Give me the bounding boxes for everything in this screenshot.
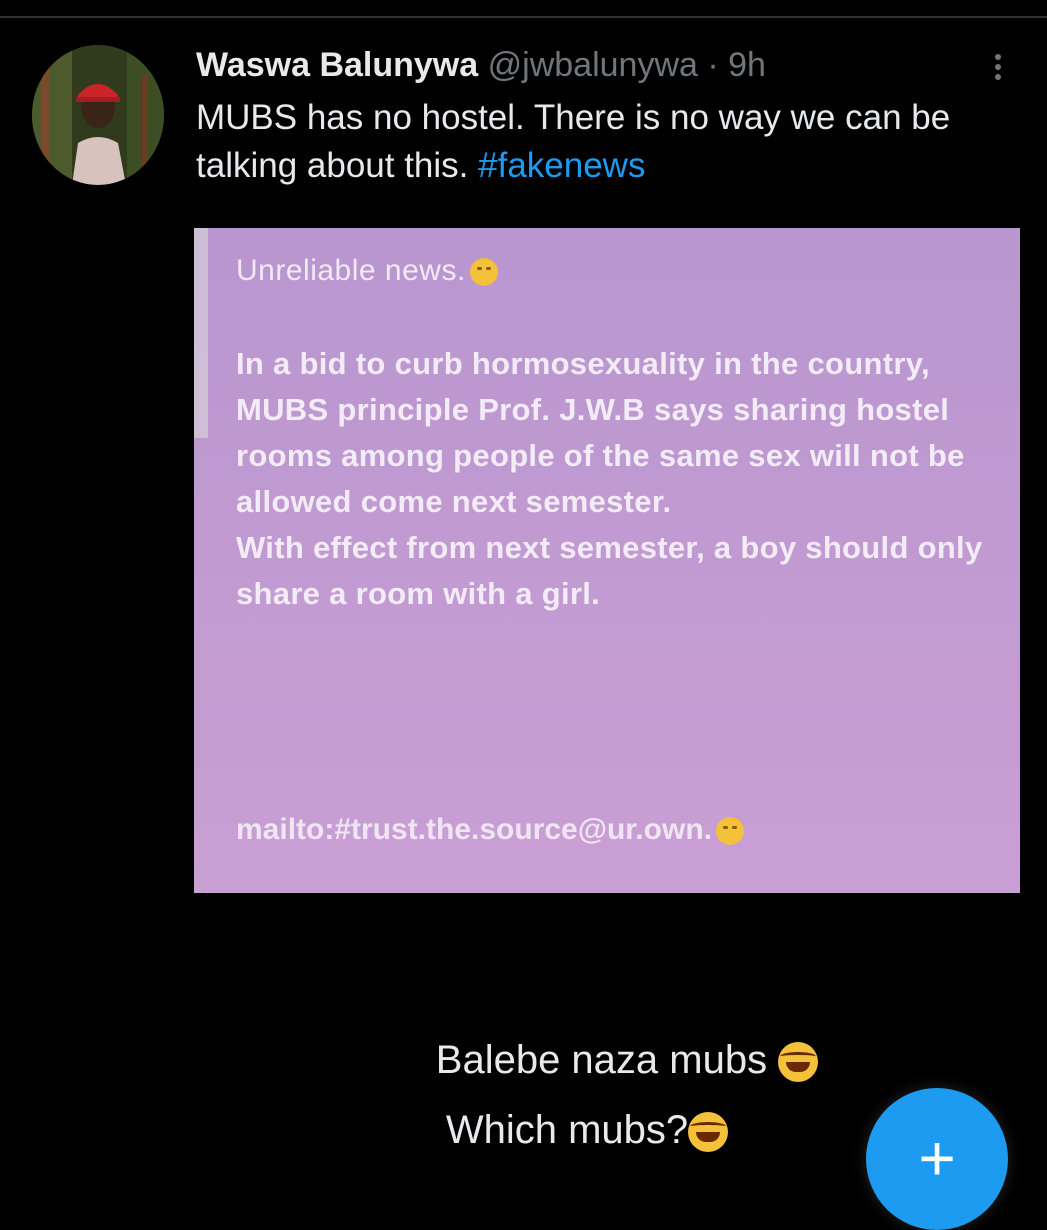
author-name[interactable]: Waswa Balunywa [196,46,478,84]
card-title-text: Unreliable news. [236,254,466,287]
author-avatar[interactable] [32,45,164,185]
card-title: Unreliable news. [236,254,498,288]
hashtag-link[interactable]: #fakenews [478,146,645,185]
caption-line-1: Balebe naza mubs [214,1038,1020,1083]
card-mail-text: mailto:#trust.the.source@ur.own. [236,813,712,846]
card-mail-line: mailto:#trust.the.source@ur.own. [236,813,744,847]
more-vertical-icon [980,54,1016,80]
avatar-photo [32,45,164,185]
compose-tweet-button[interactable]: + [866,1088,1008,1230]
card-body: In a bid to curb hormosexuality in the c… [236,341,996,617]
screenshot-card: Unreliable news. In a bid to curb hormos… [194,228,1020,893]
top-divider [0,16,1047,18]
tweet-header: Waswa Balunywa @jwbalunywa · 9h [196,40,996,90]
card-edge [194,228,208,438]
tweet-text: MUBS has no hostel. There is no way we c… [196,94,1026,190]
tears-of-joy-emoji-icon [778,1042,819,1083]
unamused-emoji-icon [469,258,498,287]
header-separator: · [707,46,719,84]
tweet-timestamp[interactable]: 9h [728,46,766,84]
caption-line-2-text: Which mubs? [445,1108,689,1152]
card-paragraph-1: In a bid to curb hormosexuality in the c… [236,346,965,519]
more-options-button[interactable] [980,50,1016,86]
caption-line-1-text: Balebe naza mubs [435,1038,779,1082]
plus-icon: + [918,1122,956,1194]
laughing-emoji-icon [716,817,744,846]
author-handle[interactable]: @jwbalunywa [488,46,698,84]
tweet-media[interactable]: Unreliable news. In a bid to curb hormos… [194,208,1020,1200]
card-paragraph-2: With effect from next semester, a boy sh… [236,530,983,611]
tears-of-joy-emoji-icon [688,1112,729,1153]
